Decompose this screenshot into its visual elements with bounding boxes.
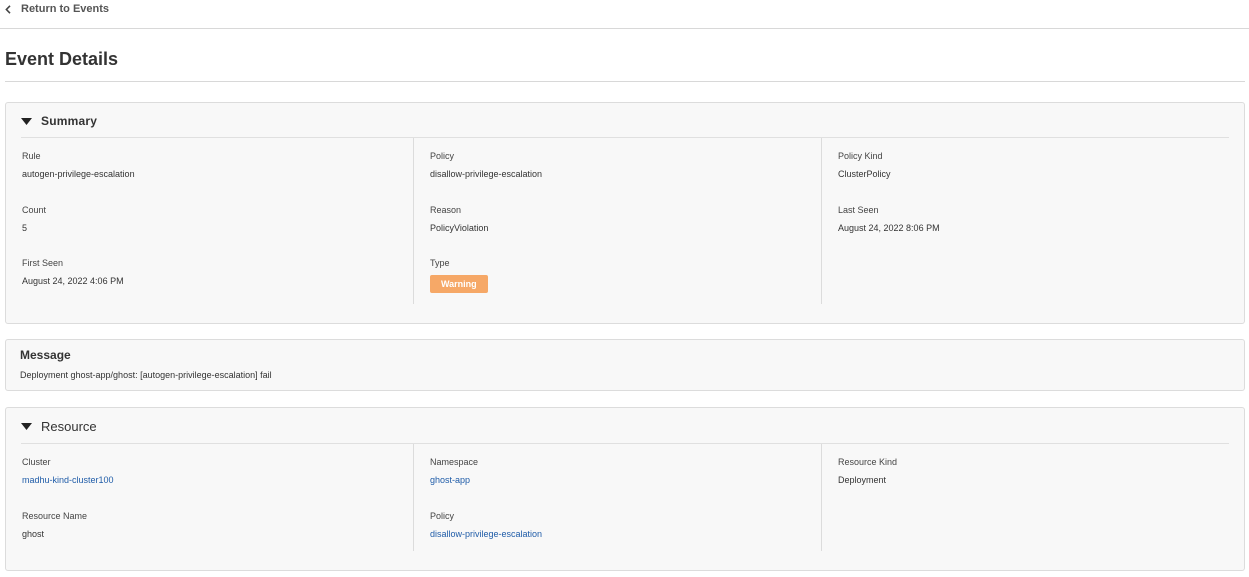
resource-card: Resource Cluster madhu-kind-cluster100 R… <box>5 407 1245 571</box>
count-label: Count <box>22 205 47 215</box>
summary-toggle[interactable]: Summary <box>21 112 97 130</box>
first-seen-value: August 24, 2022 4:06 PM <box>22 276 124 286</box>
page-title: Event Details <box>5 49 119 69</box>
last-seen-label: Last Seen <box>838 205 879 215</box>
policy-field: Policy disallow-privilege-escalation <box>430 150 542 180</box>
resource-name-value: ghost <box>22 529 45 539</box>
summary-title: Summary <box>41 114 98 128</box>
first-seen-field: First Seen August 24, 2022 4:06 PM <box>22 257 124 287</box>
count-value: 5 <box>22 223 28 233</box>
top-nav-bar: Return to Events <box>0 0 1249 29</box>
return-to-events-label: Return to Events <box>21 3 110 15</box>
caret-down-icon <box>21 112 32 130</box>
rule-field: Rule autogen-privilege-escalation <box>22 150 135 180</box>
resource-policy-link[interactable]: disallow-privilege-escalation <box>430 528 542 540</box>
summary-header-divider <box>21 137 1229 138</box>
return-to-events-link[interactable]: Return to Events <box>5 2 109 16</box>
resource-policy-label: Policy <box>430 511 455 521</box>
message-card: Message Deployment ghost-app/ghost: [aut… <box>5 339 1245 391</box>
resource-policy-field: Policy disallow-privilege-escalation <box>430 510 542 540</box>
warning-badge: Warning <box>430 275 488 293</box>
cluster-link[interactable]: madhu-kind-cluster100 <box>22 474 114 486</box>
namespace-field: Namespace ghost-app <box>430 456 478 486</box>
namespace-label: Namespace <box>430 457 479 467</box>
column-divider <box>821 138 822 304</box>
policy-kind-field: Policy Kind ClusterPolicy <box>838 150 891 180</box>
summary-card: Summary Rule autogen-privilege-escalatio… <box>5 102 1245 324</box>
rule-label: Rule <box>22 151 41 161</box>
last-seen-value: August 24, 2022 8:06 PM <box>838 223 940 233</box>
reason-label: Reason <box>430 205 462 215</box>
rule-value: autogen-privilege-escalation <box>22 169 135 179</box>
column-divider <box>413 138 414 304</box>
resource-header-divider <box>21 443 1229 444</box>
resource-toggle[interactable]: Resource <box>21 417 97 435</box>
resource-title: Resource <box>41 418 97 434</box>
title-divider <box>5 81 1245 82</box>
policy-kind-value: ClusterPolicy <box>838 169 891 179</box>
policy-value: disallow-privilege-escalation <box>430 169 543 179</box>
last-seen-field: Last Seen August 24, 2022 8:06 PM <box>838 204 940 234</box>
resource-name-label: Resource Name <box>22 511 88 521</box>
resource-kind-label: Resource Kind <box>838 457 898 467</box>
cluster-field: Cluster madhu-kind-cluster100 <box>22 456 114 486</box>
reason-field: Reason PolicyViolation <box>430 204 488 234</box>
resource-kind-field: Resource Kind Deployment <box>838 456 897 486</box>
caret-down-icon <box>21 417 32 435</box>
policy-kind-label: Policy Kind <box>838 151 883 161</box>
count-field: Count 5 <box>22 204 46 234</box>
message-title: Message <box>20 348 71 362</box>
reason-value: PolicyViolation <box>430 223 489 233</box>
resource-name-field: Resource Name ghost <box>22 510 87 540</box>
namespace-link[interactable]: ghost-app <box>430 474 478 486</box>
resource-kind-value: Deployment <box>838 475 887 485</box>
type-field: Type Warning <box>430 257 488 293</box>
message-text: Deployment ghost-app/ghost: [autogen-pri… <box>20 370 272 380</box>
first-seen-label: First Seen <box>22 258 64 268</box>
chevron-left-icon <box>5 4 21 14</box>
column-divider <box>821 444 822 551</box>
policy-label: Policy <box>430 151 455 161</box>
cluster-label: Cluster <box>22 457 51 467</box>
type-label: Type <box>430 258 450 268</box>
column-divider <box>413 444 414 551</box>
